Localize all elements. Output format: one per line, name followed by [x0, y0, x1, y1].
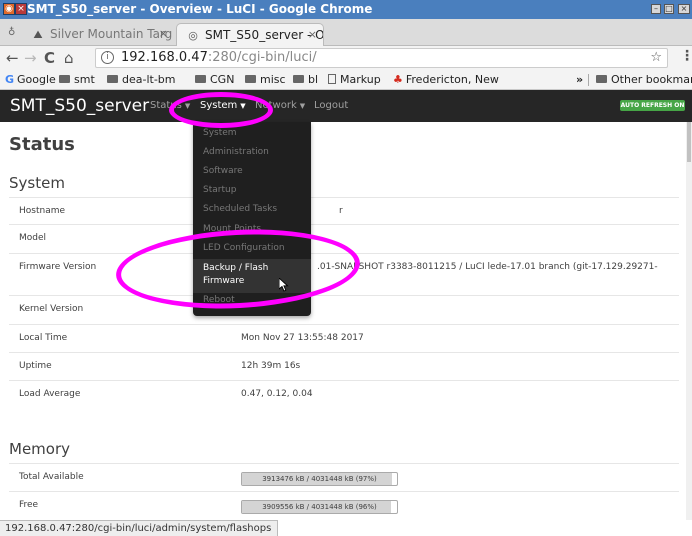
- menu-item-system[interactable]: System: [203, 128, 237, 138]
- memory-progress-bar: 3913476 kB / 4031448 kB (97%): [241, 472, 398, 486]
- address-url[interactable]: 192.168.0.47:280/cgi-bin/luci/: [121, 49, 317, 67]
- tab-smt-server[interactable]: ◎ SMT_S50_server - O ×: [176, 23, 324, 46]
- browser-toolbar: ← → C ⌂ i 192.168.0.47:280/cgi-bin/luci/…: [0, 46, 692, 71]
- row-label: Uptime: [19, 361, 52, 371]
- reload-button[interactable]: C: [44, 49, 55, 67]
- luci-header: SMT_S50_server Status ▼ System ▼ Network ▼ …: [0, 90, 692, 122]
- menu-item-scheduled-tasks[interactable]: Scheduled Tasks: [203, 204, 277, 214]
- row-label: Firmware Version: [19, 262, 97, 272]
- close-icon[interactable]: ×: [15, 3, 27, 15]
- window-close-icon[interactable]: ×: [678, 4, 690, 14]
- bookmarks-separator: [588, 74, 589, 86]
- bookmark-bl[interactable]: bl: [293, 71, 318, 89]
- bookmark-star-icon[interactable]: ☆: [650, 49, 662, 67]
- menu-item-software[interactable]: Software: [203, 166, 243, 176]
- row-label: Hostname: [19, 206, 66, 216]
- bookmarks-bar: G Google smt dea-lt-bm CGN misc bl Markup…: [0, 71, 692, 90]
- bookmark-fredericton[interactable]: ♣ Fredericton, New: [393, 71, 499, 89]
- annotation-ellipse-system: [169, 92, 273, 128]
- home-button[interactable]: ⌂: [64, 49, 74, 67]
- window-titlebar: ◉ × SMT_S50_server - Overview - LuCI - G…: [0, 0, 692, 19]
- folder-icon: [293, 75, 304, 83]
- tab-close-icon[interactable]: ×: [308, 24, 317, 46]
- bookmark-markup[interactable]: Markup: [328, 71, 381, 89]
- bookmark-cgn[interactable]: CGN: [195, 71, 234, 89]
- tab-silver-mountain[interactable]: ⛰ Silver Mountain Targ ×: [22, 23, 174, 46]
- page-icon: [328, 74, 336, 84]
- page-title: Status: [9, 134, 75, 155]
- folder-icon: [107, 75, 118, 83]
- folder-icon: [59, 75, 70, 83]
- progress-text: 3909556 kB / 4031448 kB (96%): [262, 503, 377, 511]
- row-value: 0.47, 0.12, 0.04: [241, 389, 313, 399]
- minimize-icon[interactable]: –: [651, 4, 661, 14]
- auto-refresh-badge[interactable]: AUTO REFRESH ON: [620, 100, 685, 111]
- brand-link[interactable]: SMT_S50_server: [10, 90, 149, 122]
- menu-item-startup[interactable]: Startup: [203, 185, 236, 195]
- table-row: Uptime 12h 39m 16s: [9, 352, 679, 380]
- folder-icon: [195, 75, 206, 83]
- row-value: Mon Nov 27 13:55:48 2017: [241, 333, 364, 343]
- tab-label: Silver Mountain Targ: [50, 27, 173, 41]
- section-memory-title: Memory: [9, 440, 71, 458]
- tab-strip: ♁ ⛰ Silver Mountain Targ × ◎ SMT_S50_ser…: [0, 19, 692, 46]
- back-button[interactable]: ←: [6, 49, 19, 67]
- maximize-icon[interactable]: □: [664, 4, 674, 14]
- bookmark-misc[interactable]: misc: [245, 71, 286, 89]
- nav-logout[interactable]: Logout: [314, 90, 348, 122]
- row-label: Load Average: [19, 389, 81, 399]
- table-row: Total Available 3913476 kB / 4031448 kB …: [9, 463, 679, 491]
- tab-overflow-icon[interactable]: ♁: [8, 27, 15, 38]
- address-bar[interactable]: i 192.168.0.47:280/cgi-bin/luci/ ☆: [95, 48, 668, 68]
- google-icon: G: [5, 73, 15, 86]
- status-url-bubble: 192.168.0.47:280/cgi-bin/luci/admin/syst…: [0, 520, 279, 536]
- caret-down-icon: ▼: [299, 102, 306, 110]
- browser-menu-button[interactable]: ⋮: [680, 48, 692, 64]
- table-row: Load Average 0.47, 0.12, 0.04: [9, 380, 679, 408]
- table-row: Kernel Version: [9, 295, 679, 324]
- window-title: SMT_S50_server - Overview - LuCI - Googl…: [27, 2, 373, 16]
- row-value: .01-SNAPSHOT r3383-8011215 / LuCI lede-1…: [317, 262, 658, 272]
- forward-button[interactable]: →: [24, 49, 37, 67]
- table-row: Local Time Mon Nov 27 13:55:48 2017: [9, 324, 679, 352]
- mountain-icon: ⛰: [33, 28, 43, 41]
- bookmark-smt[interactable]: smt: [59, 71, 95, 89]
- row-label: Kernel Version: [19, 304, 84, 314]
- scrollbar-thumb[interactable]: [687, 122, 691, 162]
- table-row: Hostname r: [9, 197, 679, 223]
- progress-text: 3913476 kB / 4031448 kB (97%): [262, 475, 377, 483]
- folder-icon: [245, 75, 256, 83]
- info-icon[interactable]: i: [101, 51, 114, 64]
- row-label: Local Time: [19, 333, 68, 343]
- row-label: Model: [19, 233, 47, 243]
- folder-icon: [596, 75, 607, 83]
- bookmarks-overflow-button[interactable]: »: [576, 71, 583, 89]
- bookmark-dea-lt-bm[interactable]: dea-lt-bm: [107, 71, 176, 89]
- row-value: 12h 39m 16s: [241, 361, 301, 371]
- row-label: Total Available: [19, 472, 84, 482]
- row-value: r: [339, 206, 343, 216]
- row-label: Free: [19, 500, 39, 510]
- maple-leaf-icon: ♣: [393, 73, 403, 86]
- memory-progress-bar: 3909556 kB / 4031448 kB (96%): [241, 500, 398, 514]
- tab-label: SMT_S50_server - O: [205, 28, 324, 42]
- tab-close-icon[interactable]: ×: [159, 23, 168, 45]
- section-system-title: System: [9, 174, 65, 192]
- table-row: Free 3909556 kB / 4031448 kB (96%): [9, 491, 679, 519]
- chrome-icon: ◉: [3, 3, 15, 15]
- menu-item-administration[interactable]: Administration: [203, 147, 269, 157]
- openwrt-icon: ◎: [188, 29, 198, 42]
- bookmark-other[interactable]: Other bookmarks: [596, 71, 692, 89]
- main-content: Status System Hostname r Model Firmware …: [0, 122, 686, 520]
- bookmark-google[interactable]: G Google: [5, 71, 56, 89]
- page-scrollbar[interactable]: [686, 122, 692, 520]
